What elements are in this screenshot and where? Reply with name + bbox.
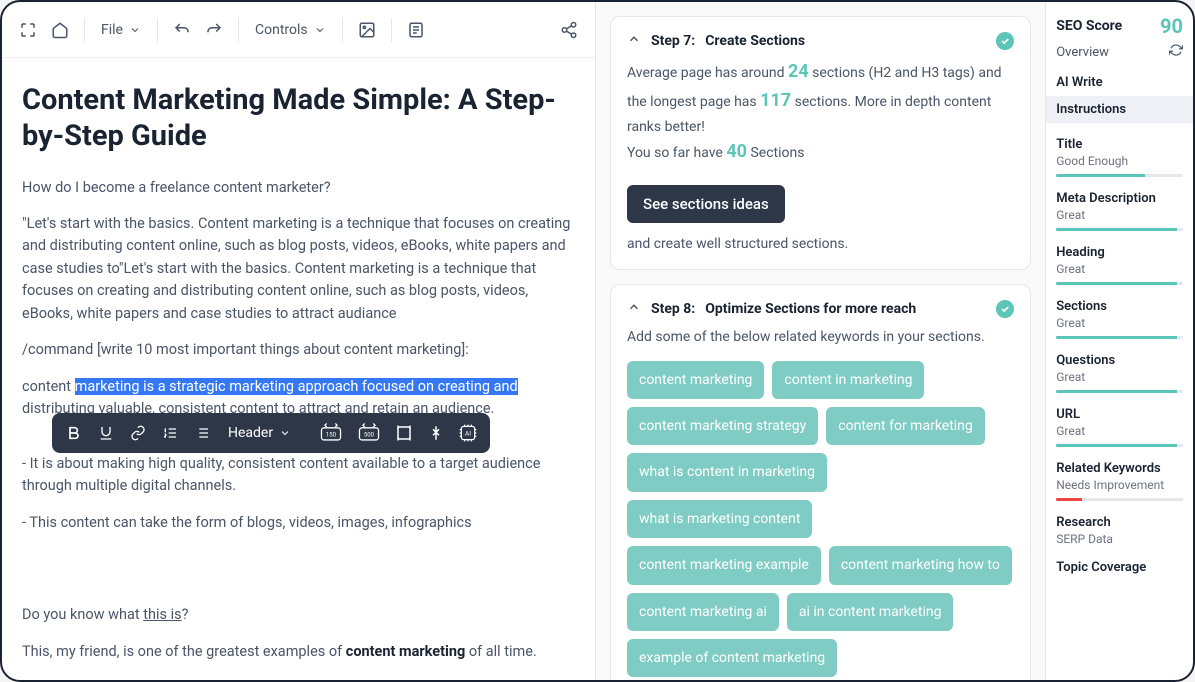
controls-menu-label: Controls — [255, 22, 308, 38]
refresh-icon[interactable] — [1169, 42, 1183, 61]
paragraph: This, my friend, is one of the greatest … — [22, 641, 575, 663]
expand-500-button[interactable]: 500 — [352, 419, 386, 447]
svg-text:AI: AI — [465, 430, 471, 438]
notes-icon[interactable] — [404, 18, 428, 42]
svg-text:500: 500 — [364, 431, 375, 438]
collapse-icon[interactable] — [627, 31, 641, 50]
underline-button[interactable] — [92, 419, 120, 447]
keyword-tag[interactable]: ai in content marketing — [787, 593, 954, 631]
keyword-tags: content marketingcontent in marketing con… — [627, 361, 1014, 680]
keyword-tag[interactable]: example of content marketing — [627, 639, 837, 677]
step-8-card: Step 8: Optimize Sections for more reach… — [610, 284, 1031, 680]
keyword-tag[interactable]: what is marketing content — [627, 500, 812, 538]
keyword-tag[interactable]: content marketing how to — [829, 546, 1012, 584]
unordered-list-button[interactable] — [188, 419, 216, 447]
paragraph: Do you know what this is? — [22, 604, 575, 626]
check-icon — [996, 300, 1014, 318]
file-menu-label: File — [101, 22, 123, 38]
home-icon[interactable] — [48, 18, 72, 42]
text-format-toolbar: Header 150 500 AI — [52, 413, 490, 453]
see-sections-button[interactable]: See sections ideas — [627, 185, 785, 223]
research-heading: Research — [1056, 515, 1183, 530]
step-label: Step 7: — [651, 33, 695, 49]
check-icon — [996, 32, 1014, 50]
paragraph: /command [write 10 most important things… — [22, 339, 575, 361]
editor-body[interactable]: Content Marketing Made Simple: A Step-by… — [2, 58, 595, 680]
keyword-tag[interactable]: content marketing — [627, 361, 764, 399]
frame-button[interactable] — [390, 419, 418, 447]
editor-toolbar: File Controls — [2, 2, 595, 58]
undo-icon[interactable] — [170, 18, 194, 42]
paragraph: - It is about making high quality, consi… — [22, 453, 575, 498]
svg-text:150: 150 — [326, 431, 337, 438]
seo-metric-item[interactable]: URL Great — [1056, 407, 1183, 447]
image-icon[interactable] — [355, 18, 379, 42]
step-title: Create Sections — [705, 33, 805, 49]
fullscreen-icon[interactable] — [16, 18, 40, 42]
heading-select[interactable]: Header — [220, 425, 310, 441]
keyword-tag[interactable]: content marketing example — [627, 546, 821, 584]
chevron-down-icon — [314, 24, 326, 36]
paragraph: I bet that when you hear "content market… — [22, 677, 575, 680]
share-icon[interactable] — [557, 18, 581, 42]
keyword-tag[interactable]: content marketing ai — [627, 593, 779, 631]
guide-panel: Step 7: Create Sections Average page has… — [596, 2, 1045, 680]
collapse-icon[interactable] — [627, 299, 641, 318]
keyword-tag[interactable]: content in marketing — [772, 361, 924, 399]
ordered-list-button[interactable] — [156, 419, 184, 447]
instructions-link[interactable]: Instructions — [1046, 96, 1193, 123]
seo-metric-item[interactable]: Related Keywords Needs Improvement — [1056, 461, 1183, 501]
max-sections-count: 117 — [760, 90, 791, 111]
seo-score-value: 90 — [1160, 14, 1183, 38]
collapse-button[interactable] — [422, 419, 450, 447]
current-sections-count: 40 — [726, 141, 747, 162]
step-label: Step 8: — [651, 301, 695, 317]
selected-text: marketing is a strategic marketing appro… — [75, 378, 518, 395]
paragraph: "Let's start with the basics. Content ma… — [22, 213, 575, 325]
chevron-down-icon — [129, 24, 141, 36]
ai-write-link[interactable]: AI Write — [1056, 75, 1183, 90]
step-7-card: Step 7: Create Sections Average page has… — [610, 16, 1031, 270]
seo-metric-item[interactable]: Title Good Enough — [1056, 137, 1183, 177]
seo-metric-item[interactable]: Meta Description Great — [1056, 191, 1183, 231]
seo-metric-item[interactable]: Sections Great — [1056, 299, 1183, 339]
document-title: Content Marketing Made Simple: A Step-by… — [22, 82, 575, 155]
paragraph: - This content can take the form of blog… — [22, 512, 575, 534]
controls-menu[interactable]: Controls — [251, 18, 330, 42]
seo-sidebar: SEO Score 90 Overview AI Write Instructi… — [1045, 2, 1193, 680]
seo-metric-item[interactable]: Heading Great — [1056, 245, 1183, 285]
keyword-tag[interactable]: content marketing strategy — [627, 407, 818, 445]
file-menu[interactable]: File — [97, 18, 145, 42]
link-text[interactable]: this is — [143, 606, 181, 623]
keyword-tag[interactable]: what is content in marketing — [627, 453, 827, 491]
seo-metric-item[interactable]: Questions Great — [1056, 353, 1183, 393]
topic-coverage-heading: Topic Coverage — [1056, 560, 1183, 575]
bold-button[interactable] — [60, 419, 88, 447]
ai-button[interactable]: AI — [454, 419, 482, 447]
paragraph: How do I become a freelance content mark… — [22, 177, 575, 199]
link-button[interactable] — [124, 419, 152, 447]
chevron-down-icon — [279, 427, 291, 439]
keyword-tag[interactable]: content for marketing — [826, 407, 985, 445]
seo-score-label: SEO Score — [1056, 18, 1122, 34]
serp-data-link[interactable]: SERP Data — [1056, 532, 1183, 546]
overview-link[interactable]: Overview — [1056, 45, 1109, 60]
avg-sections-count: 24 — [788, 61, 809, 82]
redo-icon[interactable] — [202, 18, 226, 42]
expand-150-button[interactable]: 150 — [314, 419, 348, 447]
step-title: Optimize Sections for more reach — [705, 301, 916, 317]
